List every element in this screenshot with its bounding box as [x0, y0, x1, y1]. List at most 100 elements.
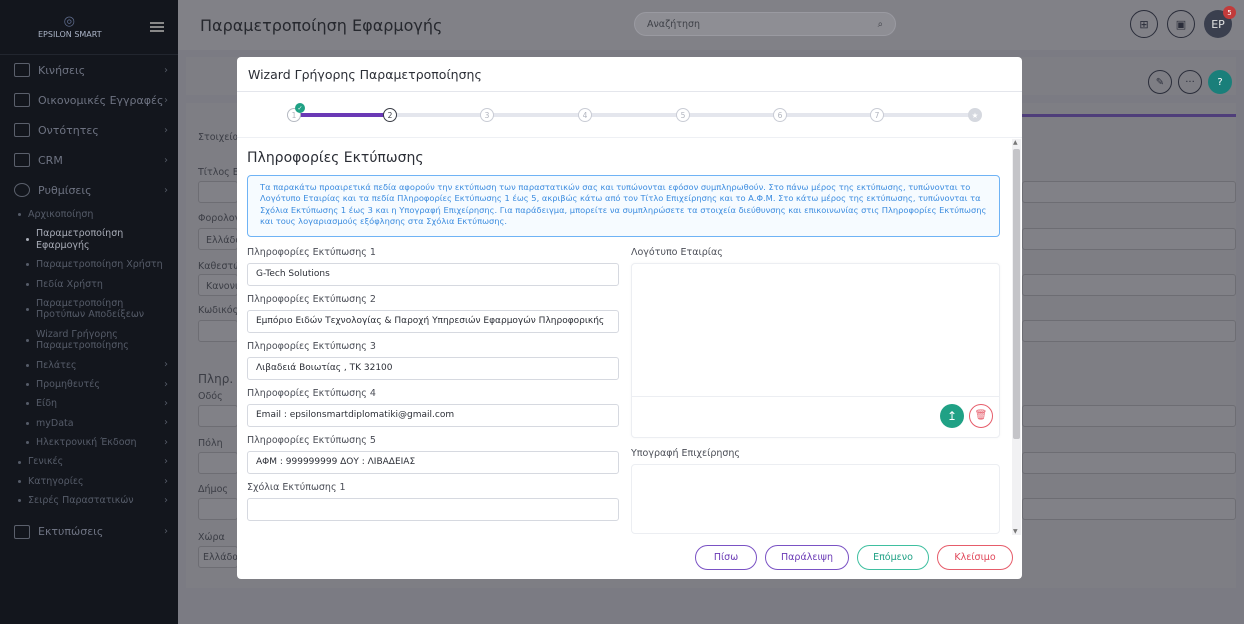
- scroll-up-icon[interactable]: ▲: [1013, 139, 1018, 146]
- sidebar-sub-label: Προμηθευτές: [36, 378, 100, 390]
- sidebar-sub-label: myData: [36, 417, 74, 429]
- sidebar-item-label: Εκτυπώσεις: [38, 525, 104, 539]
- sidebar-sub-label: Πελάτες: [36, 359, 77, 371]
- topbar-actions: ⊞ ▣ ΕΡ 5: [1130, 6, 1236, 38]
- print-comment-1-input[interactable]: [247, 497, 619, 521]
- sidebar-item-entities[interactable]: Οντότητες ›: [0, 115, 178, 145]
- sidebar-sub-label: Wizard Γρήγορης Παραμετροποίησης: [36, 328, 129, 352]
- sidebar-item-settings[interactable]: Ρυθμίσεις ›: [0, 175, 178, 205]
- sidebar-item-label: Κινήσεις: [38, 63, 86, 77]
- logo: ◎ EPSILON SMART: [0, 0, 178, 55]
- menu-toggle-icon[interactable]: [150, 22, 164, 32]
- sidebar-sub-user-fields[interactable]: Πεδία Χρήστη: [0, 275, 178, 294]
- bg-tab: Στοιχεία: [198, 132, 239, 143]
- page-title: Παραμετροποίηση Εφαρμογής: [200, 15, 443, 35]
- signature-label: Υπογραφή Επιχείρησης: [631, 447, 740, 459]
- sidebar-item-movements[interactable]: Κινήσεις ›: [0, 55, 178, 85]
- next-button[interactable]: Επόμενο: [857, 544, 929, 570]
- sidebar-sub-label: Κατηγορίες: [28, 475, 84, 487]
- step-4[interactable]: 4: [578, 108, 592, 122]
- print-info-3-input[interactable]: Λιβαδειά Βοιωτίας , ΤΚ 32100: [247, 356, 619, 380]
- step-1[interactable]: 1 ✓: [287, 103, 305, 122]
- sidebar-sub-suppliers[interactable]: Προμηθευτές ›: [0, 375, 178, 394]
- step-2[interactable]: 2: [383, 108, 397, 122]
- sidebar-item-label: CRM: [38, 153, 63, 167]
- skip-button[interactable]: Παράλειψη: [765, 544, 849, 570]
- chevron-right-icon: ›: [164, 436, 168, 448]
- sidebar-sub-app-settings[interactable]: Παραμετροποίηση Εφαρμογής: [0, 224, 178, 255]
- scroll-thumb[interactable]: [1013, 149, 1020, 439]
- sidebar-sub-e-invoicing[interactable]: Ηλεκτρονική Έκδοση ›: [0, 433, 178, 452]
- sidebar-item-financial-entries[interactable]: Οικονομικές Εγγραφές ›: [0, 85, 178, 115]
- sidebar-sub-init[interactable]: Αρχικοποίηση: [0, 205, 178, 224]
- form-columns: Πληροφορίες Εκτύπωσης 1 G-Tech Solutions…: [247, 247, 1000, 534]
- sidebar-sub-mydata[interactable]: myData ›: [0, 414, 178, 433]
- chevron-right-icon: ›: [164, 397, 168, 409]
- search-input[interactable]: Αναζήτηση ⌕: [634, 12, 896, 36]
- help-icon[interactable]: ?: [1208, 70, 1232, 94]
- print-info-4-input[interactable]: Email : epsilonsmartdiplomatiki@gmail.co…: [247, 403, 619, 427]
- logo-label: Λογότυπο Εταιρίας: [631, 246, 723, 258]
- grid-icon[interactable]: ⊞: [1130, 10, 1158, 38]
- print-info-1-input[interactable]: G-Tech Solutions: [247, 262, 619, 286]
- upload-icon[interactable]: ↥: [940, 403, 964, 428]
- search-icon: ⌕: [877, 19, 883, 30]
- trash-icon[interactable]: 🗑: [969, 403, 993, 428]
- field-label: Πληροφορίες Εκτύπωσης 2: [247, 293, 376, 305]
- sidebar-sub-label: Παραμετροποίηση Εφαρμογής: [36, 228, 124, 251]
- chevron-right-icon: ›: [164, 494, 168, 506]
- close-button[interactable]: Κλείσιμο: [937, 544, 1013, 570]
- signature-upload-box: [631, 463, 1000, 534]
- step-7[interactable]: 7: [870, 108, 884, 122]
- avatar[interactable]: ΕΡ 5: [1204, 6, 1236, 38]
- sidebar-item-label: Οντότητες: [38, 123, 99, 137]
- logo-preview: [632, 264, 999, 397]
- sidebar-sub-user-settings[interactable]: Παραμετροποίηση Χρήστη: [0, 255, 178, 274]
- print-info-2-input[interactable]: Εμπόριο Ειδών Τεχνολογίας & Παροχή Υπηρε…: [247, 309, 619, 333]
- sidebar-sub-receipt-templates[interactable]: Παραμετροποίηση Προτύπων Αποδείξεων: [0, 294, 178, 325]
- print-info-5-input[interactable]: ΑΦΜ : 999999999 ΔΟΥ : ΛΙΒΑΔΕΙΑΣ: [247, 450, 619, 474]
- chevron-down-icon: ›: [164, 184, 168, 196]
- finish-star-icon[interactable]: ★: [968, 108, 982, 122]
- check-icon: ✓: [295, 103, 305, 113]
- scroll-down-icon[interactable]: ▼: [1013, 528, 1018, 535]
- sidebar-sub-categories[interactable]: Κατηγορίες ›: [0, 472, 178, 491]
- logo-text: EPSILON SMART: [38, 30, 102, 39]
- chevron-right-icon: ›: [164, 154, 168, 166]
- sidebar-sub-doc-series[interactable]: Σειρές Παραστατικών ›: [0, 491, 178, 510]
- sidebar-item-prints[interactable]: Εκτυπώσεις ›: [0, 517, 178, 547]
- crm-icon: [14, 153, 30, 167]
- sidebar-sub-customers[interactable]: Πελάτες ›: [0, 356, 178, 375]
- sidebar-item-crm[interactable]: CRM ›: [0, 145, 178, 175]
- more-icon[interactable]: ···: [1178, 70, 1202, 94]
- chevron-right-icon: ›: [164, 526, 168, 538]
- calendar-icon[interactable]: ▣: [1167, 10, 1195, 38]
- field-label: Σχόλια Εκτύπωσης 1: [247, 481, 346, 493]
- chevron-right-icon: ›: [164, 456, 168, 468]
- sidebar: ◎ EPSILON SMART Κινήσεις › Οικονομικές Εγγ…: [0, 0, 178, 624]
- sidebar-sub-general[interactable]: Γενικές ›: [0, 452, 178, 471]
- sidebar-sub-wizard[interactable]: Wizard Γρήγορης Παραμετροποίησης: [0, 325, 178, 356]
- chevron-right-icon: ›: [164, 94, 168, 106]
- chevron-right-icon: ›: [164, 417, 168, 429]
- sidebar-sub-items[interactable]: Είδη ›: [0, 394, 178, 413]
- sidebar-item-label: Οικονομικές Εγγραφές: [38, 93, 164, 107]
- chevron-right-icon: ›: [164, 64, 168, 76]
- section-title: Πληροφορίες Εκτύπωσης: [247, 150, 424, 166]
- step-3[interactable]: 3: [480, 108, 494, 122]
- search-placeholder: Αναζήτηση: [647, 19, 701, 30]
- modal-footer: Πίσω Παράλειψη Επόμενο Κλείσιμο: [237, 535, 1022, 579]
- edit-icon[interactable]: ✎: [1148, 70, 1172, 94]
- back-button[interactable]: Πίσω: [695, 544, 757, 570]
- modal-scrollbar[interactable]: ▲ ▼: [1012, 139, 1021, 535]
- modal-title: Wizard Γρήγορης Παραμετροποίησης: [237, 57, 1022, 92]
- chart-icon: [14, 63, 30, 77]
- topbar: Παραμετροποίηση Εφαρμογής Αναζήτηση ⌕ ⊞ …: [178, 0, 1244, 50]
- avatar-initials: ΕΡ: [1211, 17, 1225, 31]
- bg-actions: ✎ ··· ?: [1148, 70, 1232, 94]
- field-label: Πληροφορίες Εκτύπωσης 3: [247, 340, 376, 352]
- step-6[interactable]: 6: [773, 108, 787, 122]
- sidebar-sub-label: Πεδία Χρήστη: [36, 278, 103, 290]
- field-label: Πληροφορίες Εκτύπωσης 1: [247, 246, 376, 258]
- step-5[interactable]: 5: [676, 108, 690, 122]
